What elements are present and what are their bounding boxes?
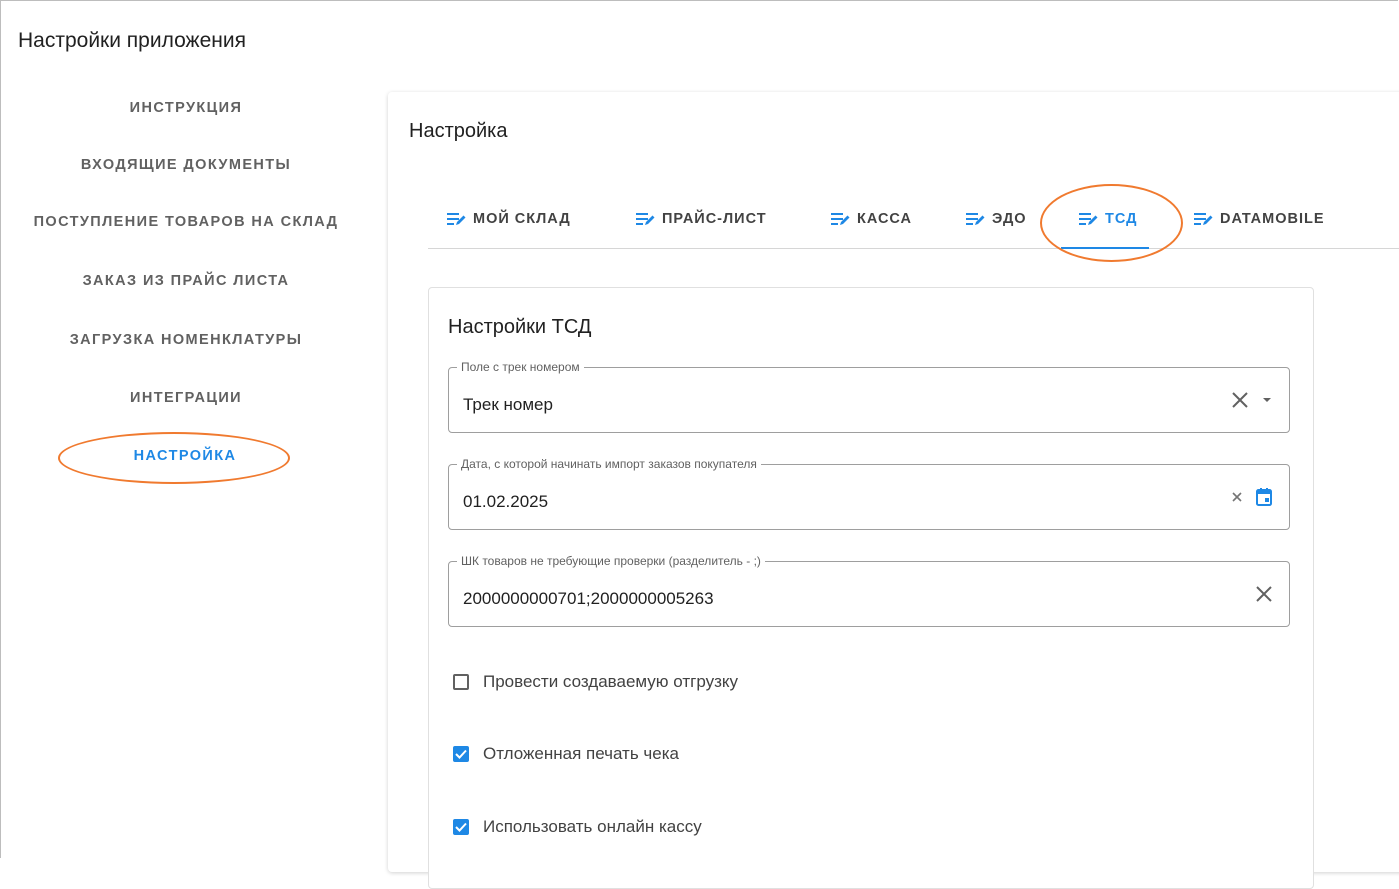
calendar-icon[interactable] (1255, 487, 1273, 507)
field-label: Дата, с которой начинать импорт заказов … (457, 457, 761, 471)
sidebar-item-settings[interactable]: НАСТРОЙКА (0, 448, 371, 464)
sidebar-item-instruction[interactable]: ИНСТРУКЦИЯ (0, 100, 372, 116)
import-start-date-field[interactable]: Дата, с которой начинать импорт заказов … (448, 457, 1290, 530)
tab-tsd[interactable]: ТСД (1061, 190, 1150, 249)
tsd-settings-title: Настройки ТСД (448, 316, 592, 338)
excluded-barcodes-field[interactable]: ШК товаров не требующие проверки (раздел… (448, 554, 1290, 627)
delayed-receipt-print-checkbox[interactable] (453, 746, 469, 762)
sidebar-item-price-list-order[interactable]: ЗАКАЗ ИЗ ПРАЙС ЛИСТА (0, 273, 372, 289)
page-title: Настройка (409, 120, 508, 142)
checkbox-label: Провести создаваемую отгрузку (483, 672, 739, 691)
tab-label: МОЙ СКЛАД (473, 210, 571, 227)
field-value: 01.02.2025 (463, 492, 549, 511)
edit-list-icon (636, 211, 656, 227)
tab-edo[interactable]: ЭДО (966, 190, 1027, 247)
checkbox-label: Использовать онлайн кассу (483, 817, 702, 836)
tab-bar: МОЙ СКЛАД ПРАЙС-ЛИСТ КАССА ЭДО ТСД DATAM… (428, 190, 1399, 249)
sidebar-item-incoming-documents[interactable]: ВХОДЯЩИЕ ДОКУМЕНТЫ (0, 157, 372, 173)
clear-icon[interactable] (1231, 491, 1243, 503)
sidebar-item-nomenclature-upload[interactable]: ЗАГРУЗКА НОМЕНКЛАТУРЫ (0, 332, 372, 348)
tab-datamobile[interactable]: DATAMOBILE (1194, 190, 1325, 247)
post-shipment-checkbox[interactable] (453, 674, 469, 690)
delayed-receipt-print-option: Отложенная печать чека (453, 744, 679, 764)
sidebar-item-integrations[interactable]: ИНТЕГРАЦИИ (0, 390, 372, 406)
active-tab-indicator (1061, 247, 1150, 249)
tab-label: DATAMOBILE (1220, 210, 1325, 227)
field-label: ШК товаров не требующие проверки (раздел… (457, 554, 765, 568)
edit-list-icon (1079, 211, 1099, 227)
tab-kassa[interactable]: КАССА (831, 190, 912, 247)
clear-icon[interactable] (1231, 391, 1249, 409)
tab-label: ТСД (1105, 210, 1138, 227)
edit-list-icon (447, 211, 467, 227)
field-label: Поле с трек номером (457, 360, 584, 374)
checkbox-label: Отложенная печать чека (483, 744, 679, 763)
online-kassa-checkbox[interactable] (453, 819, 469, 835)
field-value: Трек номер (463, 395, 553, 414)
dropdown-arrow-icon[interactable] (1261, 396, 1273, 404)
app-title: Настройки приложения (18, 29, 246, 52)
sidebar-item-goods-receipt[interactable]: ПОСТУПЛЕНИЕ ТОВАРОВ НА СКЛАД (0, 214, 372, 230)
tab-label: ПРАЙС-ЛИСТ (662, 210, 767, 227)
edit-list-icon (966, 211, 986, 227)
post-shipment-option: Провести создаваемую отгрузку (453, 672, 738, 692)
tab-price-list[interactable]: ПРАЙС-ЛИСТ (636, 190, 767, 247)
online-kassa-option: Использовать онлайн кассу (453, 817, 702, 837)
tab-label: ЭДО (992, 210, 1027, 227)
field-value: 2000000000701;2000000005263 (463, 589, 714, 608)
edit-list-icon (831, 211, 851, 227)
clear-icon[interactable] (1255, 585, 1273, 603)
tab-label: КАССА (857, 210, 913, 227)
tab-moy-sklad[interactable]: МОЙ СКЛАД (447, 190, 571, 247)
track-number-select[interactable]: Поле с трек номером Трек номер (448, 360, 1290, 433)
edit-list-icon (1194, 211, 1214, 227)
